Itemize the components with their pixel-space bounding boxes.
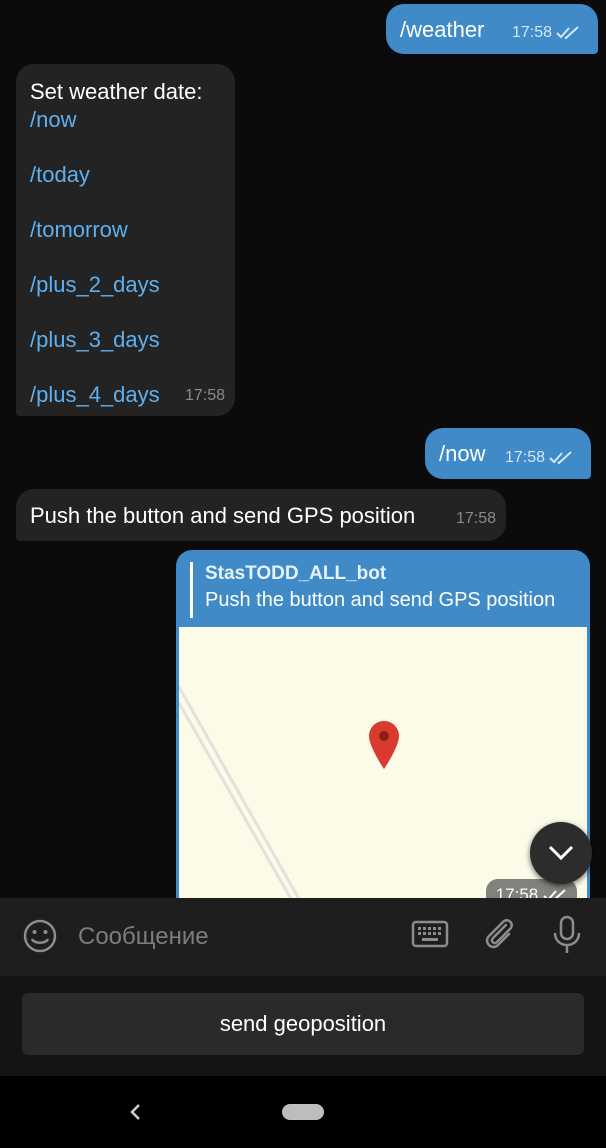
message-text: /now (439, 441, 486, 466)
map-pin-icon (369, 721, 399, 769)
message-title: Set weather date: (30, 79, 203, 104)
command-link-now[interactable]: /now (30, 106, 221, 134)
chevron-down-icon (548, 845, 574, 861)
send-geoposition-button[interactable]: send geoposition (22, 993, 584, 1055)
incoming-message[interactable]: Push the button and send GPS position 17… (16, 489, 506, 541)
message-time: 17:58 (505, 444, 573, 472)
read-ticks-icon (549, 451, 572, 465)
message-input[interactable]: Сообщение (78, 918, 398, 956)
microphone-icon[interactable] (552, 915, 582, 955)
read-ticks-icon (556, 26, 579, 40)
incoming-message[interactable]: Set weather date: /now /today /tomorrow … (16, 64, 235, 416)
message-text: /weather (400, 17, 485, 42)
command-link-tomorrow[interactable]: /tomorrow (30, 216, 221, 244)
map-preview[interactable]: 17:58 (179, 627, 587, 898)
location-message[interactable]: StasTODD_ALL_bot Push the button and sen… (176, 550, 590, 898)
outgoing-message[interactable]: /weather 17:58 (386, 4, 598, 54)
time-label: 17:58 (511, 24, 552, 41)
scroll-down-button[interactable] (530, 822, 592, 884)
back-icon[interactable] (126, 1100, 146, 1124)
reply-text: Push the button and send GPS position (205, 589, 556, 611)
message-time: 17:58 (184, 387, 225, 404)
message-time: 17:58 (455, 510, 496, 527)
message-time: 17:58 (512, 19, 580, 47)
emoji-icon[interactable] (22, 918, 58, 954)
time-label: 17:58 (504, 449, 545, 466)
reply-quote[interactable]: StasTODD_ALL_bot Push the button and sen… (190, 562, 580, 618)
read-ticks-icon (543, 888, 566, 898)
home-pill[interactable] (282, 1104, 324, 1120)
outgoing-message[interactable]: /now 17:58 (425, 428, 591, 479)
attach-icon[interactable] (484, 917, 516, 953)
chat-area[interactable]: /weather 17:58 Set weather date: /now /t… (0, 0, 606, 898)
command-link-today[interactable]: /today (30, 161, 221, 189)
command-link-plus-3-days[interactable]: /plus_3_days (30, 326, 221, 354)
time-label: 17:58 (495, 885, 539, 898)
keyboard-icon[interactable] (411, 920, 449, 950)
message-text: Push the button and send GPS position (30, 503, 416, 528)
reply-author: StasTODD_ALL_bot (205, 563, 387, 584)
command-link-plus-2-days[interactable]: /plus_2_days (30, 271, 221, 299)
